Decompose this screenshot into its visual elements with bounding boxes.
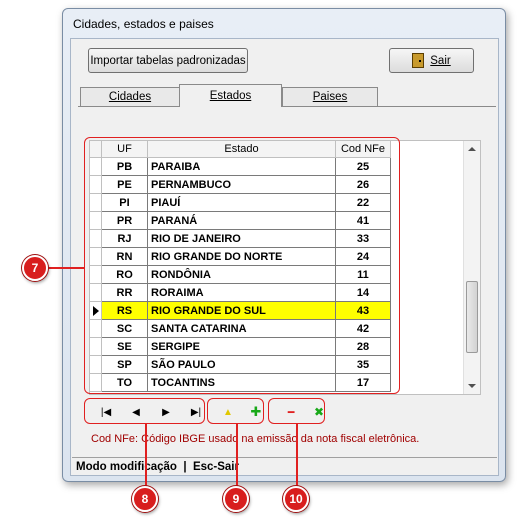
- callout-badge-grid: 7: [22, 255, 48, 281]
- tab-cidades[interactable]: Cidades: [80, 87, 180, 106]
- door-exit-icon: [412, 53, 425, 68]
- callout-edit-add-box: [207, 398, 264, 424]
- callout-nav-line: [145, 424, 147, 487]
- tab-paises-label: Paises: [312, 91, 348, 103]
- cod-nfe-info-text: Cod NFe: Código IBGE usado na emissão da…: [91, 433, 420, 445]
- status-text: Modo modificação | Esc-Sair: [76, 460, 239, 473]
- import-tables-label: Importar tabelas padronizadas: [90, 54, 246, 67]
- scroll-down-icon[interactable]: [468, 384, 476, 388]
- callout-grid-line: [48, 267, 84, 269]
- tab-cidades-label: Cidades: [108, 91, 152, 103]
- callout-grid-box: [84, 137, 400, 394]
- tab-estados-label: Estados: [209, 90, 252, 102]
- exit-button[interactable]: Sair: [389, 48, 474, 73]
- tab-paises[interactable]: Paises: [282, 87, 378, 106]
- exit-label: Sair: [430, 54, 451, 67]
- import-tables-button[interactable]: Importar tabelas padronizadas: [88, 48, 248, 73]
- scroll-up-icon[interactable]: [468, 147, 476, 151]
- callout-delete-cancel-box: [268, 398, 325, 424]
- window-title: Cidades, estados e paises: [73, 17, 214, 31]
- callout-delete-cancel-line: [296, 424, 298, 487]
- tab-divider: [78, 106, 496, 107]
- tab-estados[interactable]: Estados: [179, 84, 282, 107]
- callout-nav-box: [84, 398, 205, 424]
- callout-edit-add-line: [236, 424, 238, 487]
- scroll-thumb[interactable]: [466, 281, 478, 353]
- callout-badge-delete-cancel: 10: [283, 486, 309, 512]
- status-bar: Modo modificação | Esc-Sair: [72, 457, 497, 475]
- callout-badge-navigation: 8: [132, 486, 158, 512]
- callout-badge-edit-add: 9: [223, 486, 249, 512]
- vertical-scrollbar[interactable]: [463, 141, 480, 394]
